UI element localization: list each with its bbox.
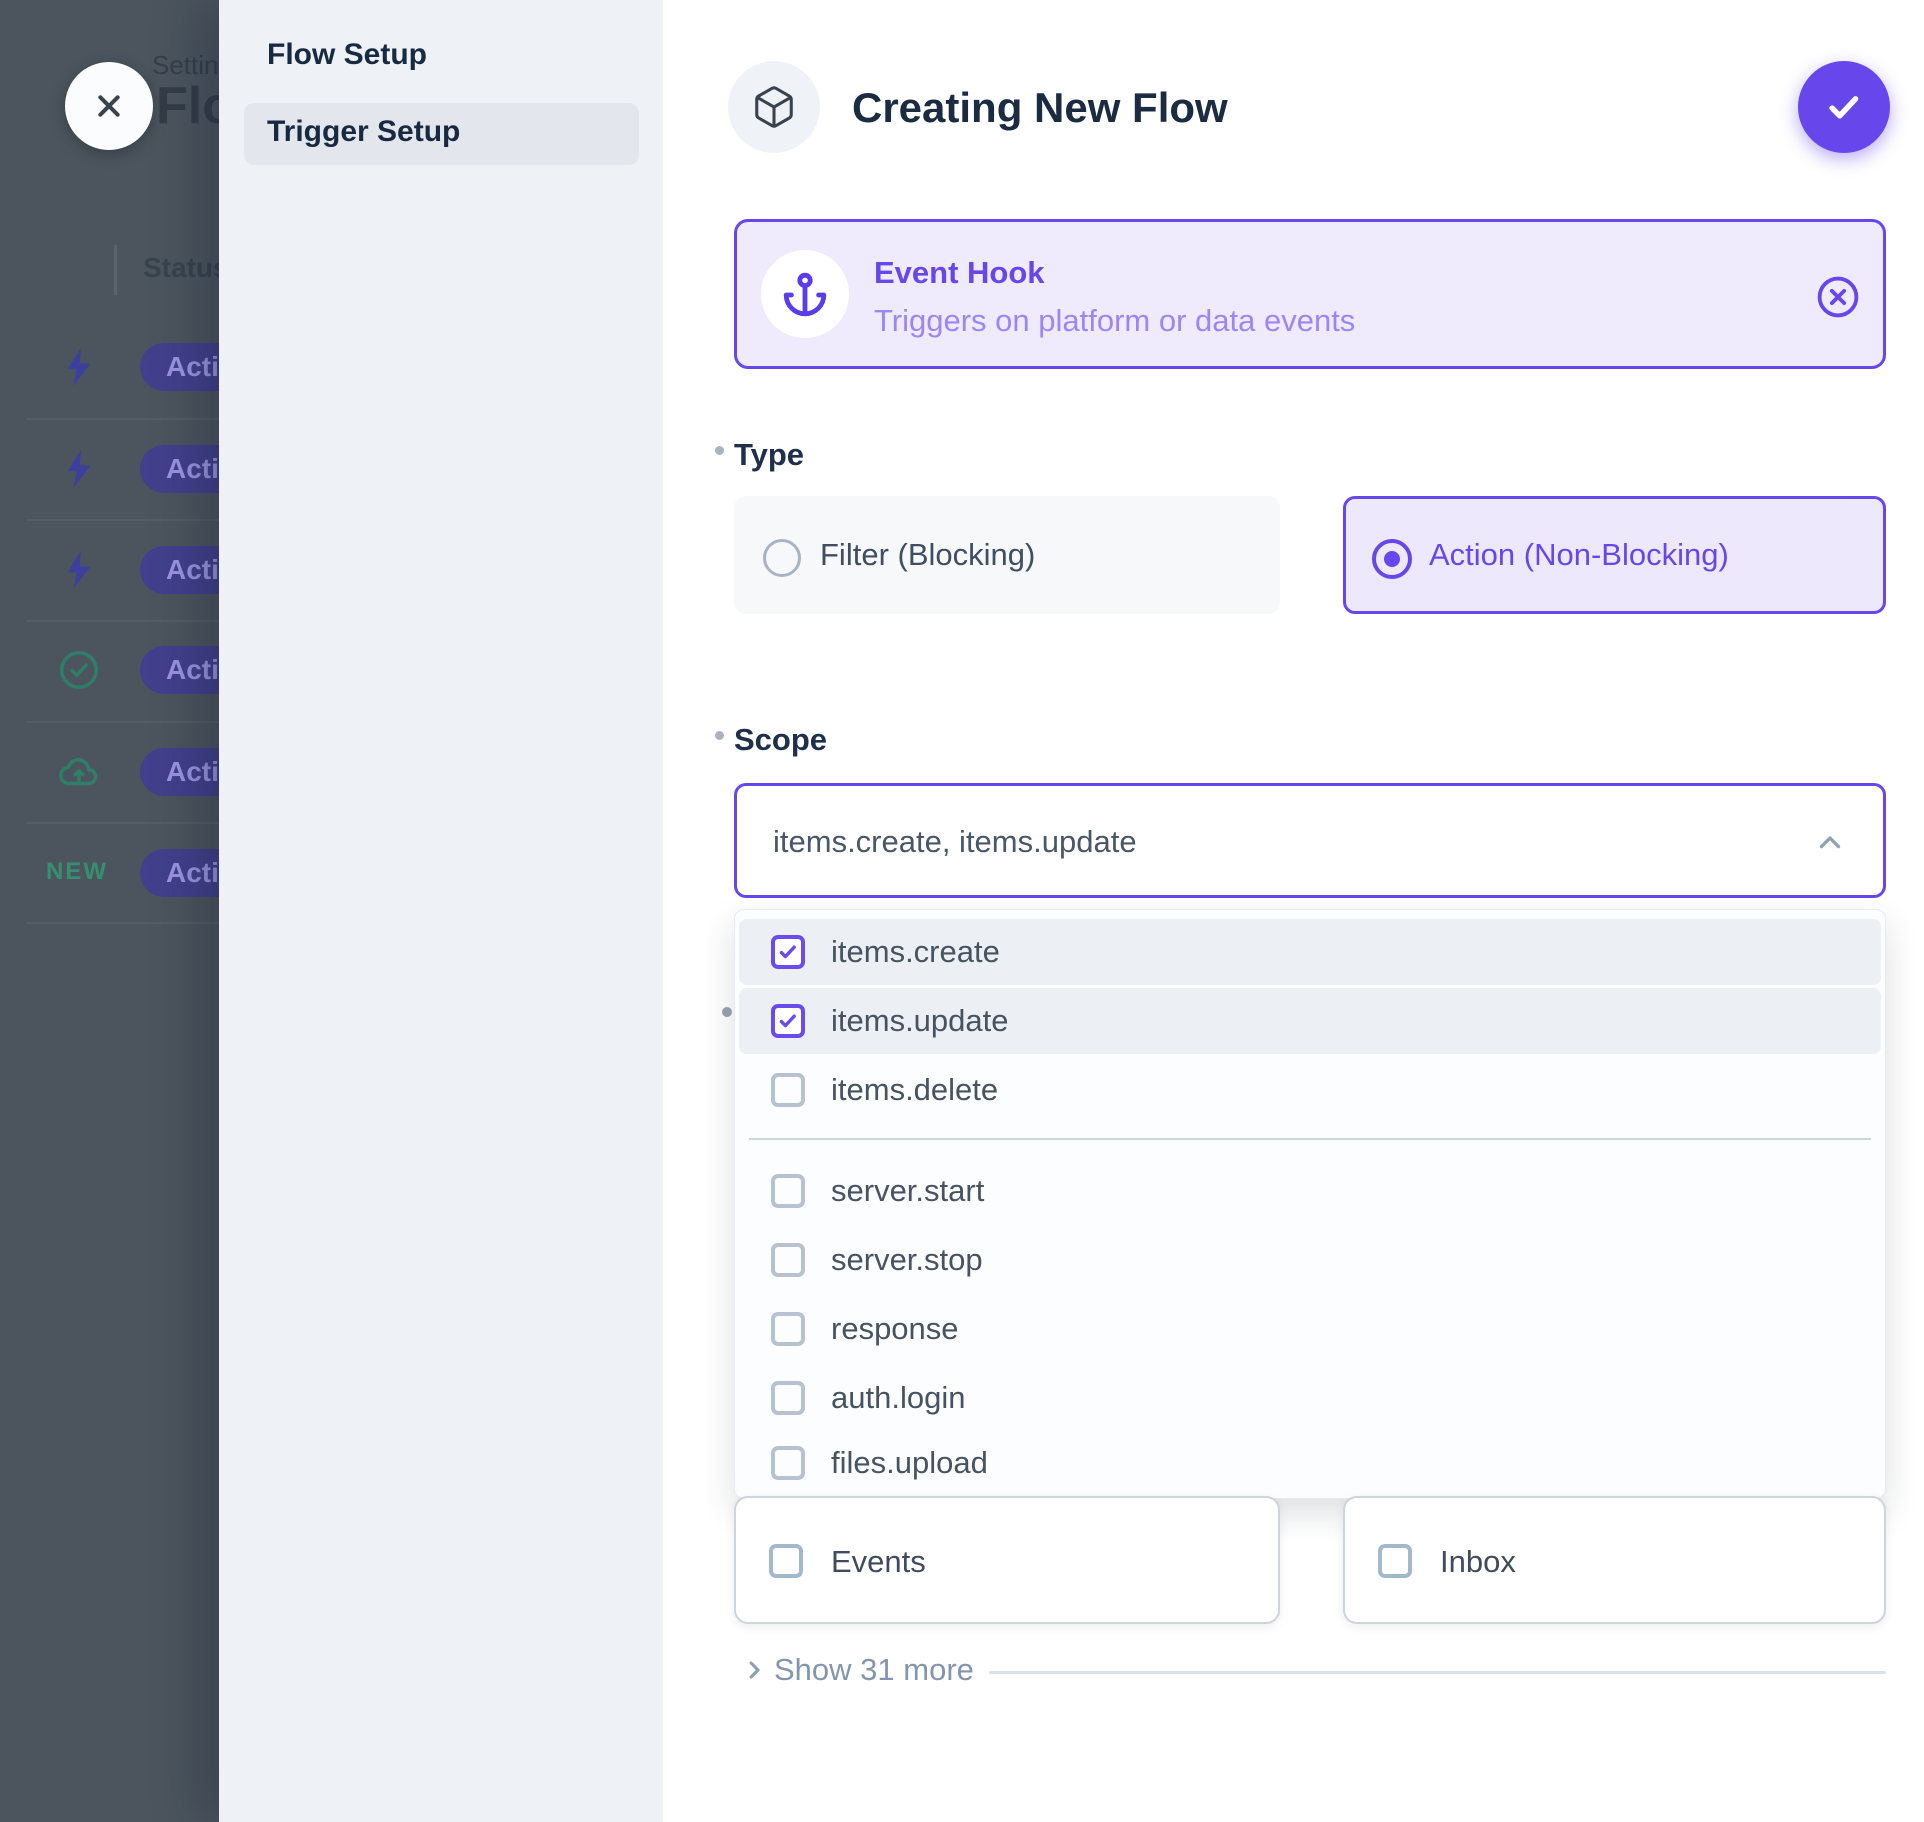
nav-item-flow-setup[interactable]: Flow Setup (267, 38, 427, 72)
scope-input-value: items.create, items.update (773, 824, 1137, 860)
checkbox-checked-icon[interactable] (771, 935, 805, 969)
status-badge: Acti (140, 546, 219, 594)
trigger-card-title: Event Hook (874, 255, 1045, 291)
page-title: Flows (156, 76, 219, 136)
cloud-upload-icon (56, 749, 102, 795)
column-divider (114, 245, 117, 295)
check-circle-icon (56, 647, 102, 693)
row-separator (26, 418, 219, 420)
dropdown-divider (749, 1138, 1871, 1140)
scope-field-label: Scope (734, 722, 827, 758)
dropdown-option-files-upload[interactable]: files.upload (739, 1430, 1881, 1496)
scope-multiselect-input[interactable]: items.create, items.update (734, 783, 1886, 898)
dropdown-option-response[interactable]: response (739, 1296, 1881, 1362)
show-more-label: Show 31 more (774, 1652, 974, 1688)
checkbox-unchecked-icon[interactable] (771, 1381, 805, 1415)
radio-unselected-icon[interactable] (763, 539, 801, 577)
close-drawer-button[interactable] (65, 62, 153, 150)
row-separator (26, 721, 219, 723)
trigger-card-subtitle: Triggers on platform or data events (874, 303, 1355, 339)
required-dot (722, 1007, 732, 1017)
dropdown-option-server-stop[interactable]: server.stop (739, 1227, 1881, 1293)
checkbox-unchecked-icon[interactable] (1378, 1544, 1412, 1578)
drawer-header-avatar (728, 61, 820, 153)
show-more-toggle[interactable]: Show 31 more (740, 1652, 974, 1688)
box-icon (751, 84, 797, 130)
dimmed-background-page: Settings Flows Status NEW Acti Acti Acti… (0, 0, 219, 1822)
bolt-icon (56, 547, 102, 593)
checkbox-unchecked-icon[interactable] (771, 1312, 805, 1346)
dropdown-option-server-start[interactable]: server.start (739, 1158, 1881, 1224)
trigger-option-event-hook[interactable]: Event Hook Triggers on platform or data … (734, 219, 1886, 369)
screen: Settings Flows Status NEW Acti Acti Acti… (0, 0, 1924, 1822)
radio-selected-icon[interactable] (1372, 539, 1412, 579)
bolt-icon (56, 344, 102, 390)
row-separator (26, 922, 219, 924)
confirm-button[interactable] (1798, 61, 1890, 153)
status-badge: Acti (140, 343, 219, 391)
creation-drawer: Flow Setup Trigger Setup Creating New Fl… (219, 0, 1924, 1822)
row-separator (26, 519, 219, 521)
status-badge: Acti (140, 646, 219, 694)
row-separator (26, 620, 219, 622)
type-option-filter[interactable]: Filter (Blocking) (734, 496, 1280, 614)
bolt-icon (56, 446, 102, 492)
required-dot (715, 446, 724, 455)
anchor-icon (781, 270, 829, 318)
collection-option-events[interactable]: Events (734, 1496, 1280, 1624)
chevron-right-icon (740, 1656, 768, 1684)
chevron-up-icon (1813, 826, 1847, 860)
checkbox-checked-icon[interactable] (771, 1004, 805, 1038)
checkbox-unchecked-icon[interactable] (771, 1174, 805, 1208)
type-option-filter-label: Filter (Blocking) (820, 537, 1035, 573)
status-badge: Acti (140, 748, 219, 796)
status-column-header: Status (143, 252, 219, 284)
check-icon (1822, 85, 1866, 129)
checkbox-unchecked-icon[interactable] (769, 1544, 803, 1578)
checkbox-unchecked-icon[interactable] (771, 1073, 805, 1107)
dropdown-option-items-create[interactable]: items.create (739, 919, 1881, 985)
dropdown-option-items-delete[interactable]: items.delete (739, 1057, 1881, 1123)
type-field-label: Type (734, 437, 804, 473)
drawer-nav: Flow Setup Trigger Setup (219, 0, 663, 1822)
close-icon (89, 86, 129, 126)
scope-dropdown: items.create items.update items.delete s… (734, 909, 1886, 1499)
circle-x-icon[interactable] (1815, 274, 1861, 320)
collection-option-inbox[interactable]: Inbox (1343, 1496, 1886, 1624)
checkbox-unchecked-icon[interactable] (771, 1446, 805, 1480)
new-text-label: NEW (46, 858, 108, 886)
dropdown-option-auth-login[interactable]: auth.login (739, 1365, 1881, 1431)
checkbox-unchecked-icon[interactable] (771, 1243, 805, 1277)
show-more-divider (989, 1671, 1886, 1674)
drawer-title: Creating New Flow (852, 84, 1228, 132)
nav-item-trigger-setup-label[interactable]: Trigger Setup (267, 115, 460, 149)
status-badge: Acti (140, 445, 219, 493)
row-separator (26, 822, 219, 824)
status-badge: Acti (140, 849, 219, 897)
required-dot (715, 731, 724, 740)
dropdown-option-items-update[interactable]: items.update (739, 988, 1881, 1054)
type-option-action-label: Action (Non-Blocking) (1429, 537, 1729, 573)
trigger-icon-circle (761, 250, 849, 338)
type-option-action[interactable]: Action (Non-Blocking) (1343, 496, 1886, 614)
drawer-main: Creating New Flow Event Hook Triggers on… (663, 0, 1924, 1822)
